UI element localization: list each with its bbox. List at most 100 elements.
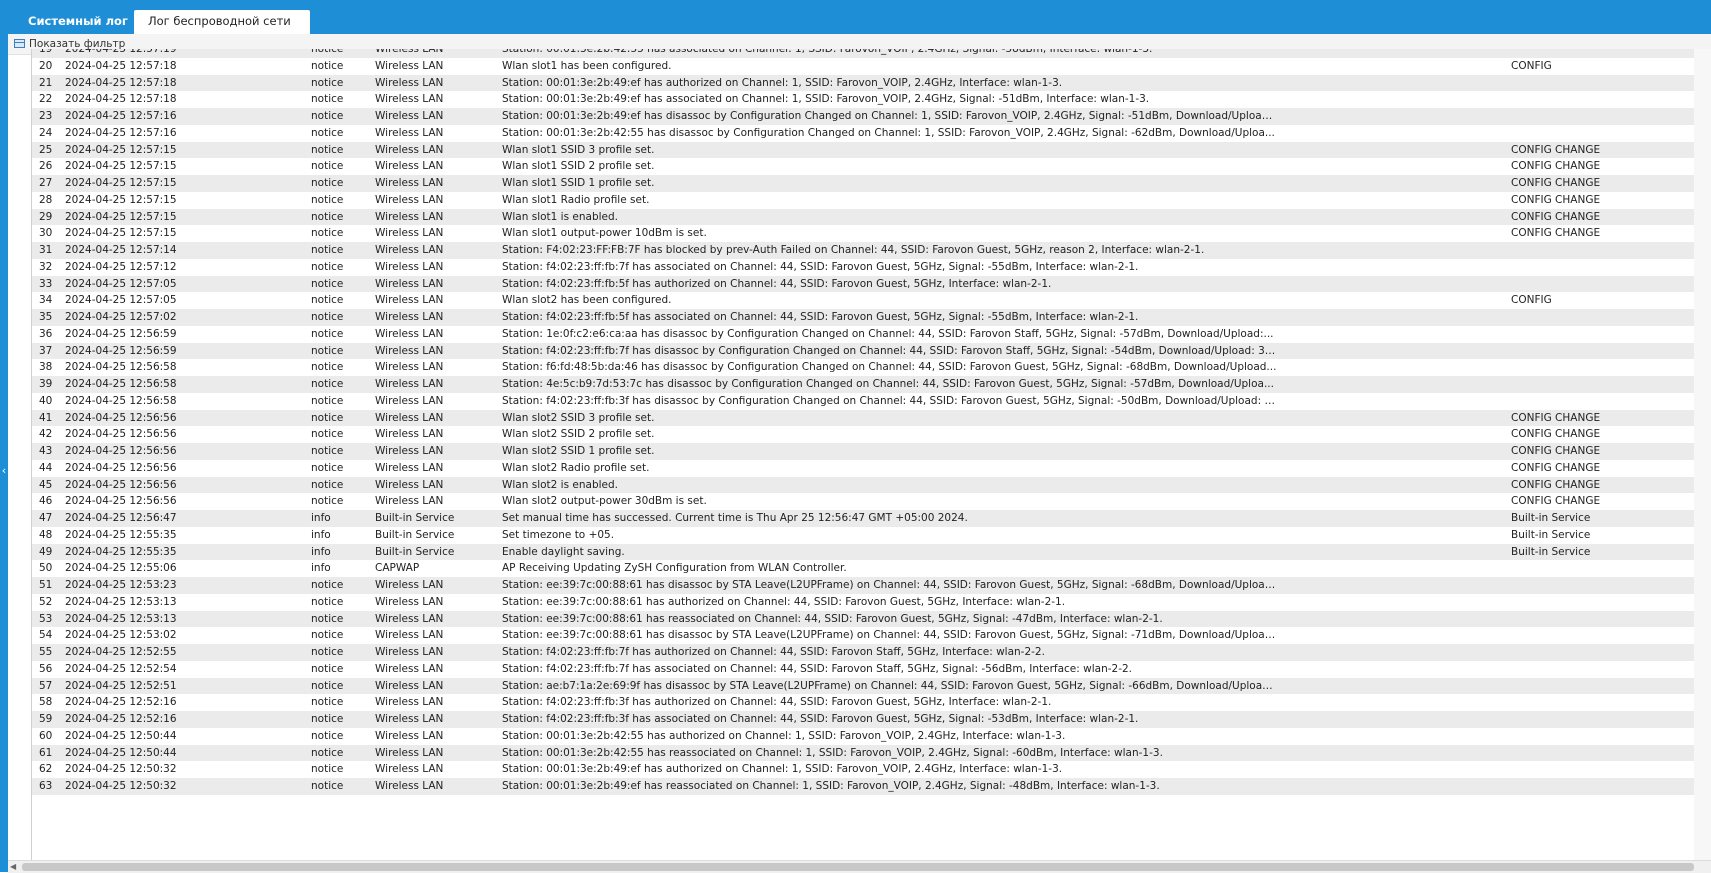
row-message: Station: 00:01:3e:2b:42:55 has disassoc … xyxy=(502,126,1275,139)
table-row[interactable]: 63 2024-04-25 12:50:32 notice Wireless LAN S… xyxy=(32,778,1695,795)
table-row[interactable]: 21 2024-04-25 12:57:18 notice Wireless LAN S… xyxy=(32,74,1695,92)
horizontal-scrollbar[interactable]: ◀ xyxy=(8,860,1711,873)
row-message: Wlan slot2 output-power 30dBm is set. xyxy=(502,495,707,508)
row-message: Wlan slot1 is enabled. xyxy=(502,210,618,223)
table-row[interactable]: 36 2024-04-25 12:56:59 notice Wireless LAN S… xyxy=(32,325,1695,343)
table-row[interactable]: 45 2024-04-25 12:56:56 notice Wireless LAN W… xyxy=(32,476,1695,494)
table-row[interactable]: 31 2024-04-25 12:57:14 notice Wireless LAN S… xyxy=(32,242,1695,259)
row-time: 2024-04-25 12:56:59 xyxy=(65,344,177,357)
table-row[interactable]: 39 2024-04-25 12:56:58 notice Wireless LAN S… xyxy=(32,376,1695,393)
row-note: CONFIG CHANGE xyxy=(1511,177,1601,189)
filter-table-icon[interactable] xyxy=(14,39,25,48)
tab-system-log[interactable]: Системный лог xyxy=(14,10,142,34)
table-row[interactable]: 43 2024-04-25 12:56:56 notice Wireless LAN W… xyxy=(32,443,1695,460)
row-category: Wireless LAN xyxy=(375,210,444,223)
row-message: Station: 4e:5c:b9:7d:53:7c has disassoc … xyxy=(502,378,1274,390)
table-row[interactable]: 28 2024-04-25 12:57:15 notice Wireless LAN W… xyxy=(32,191,1695,209)
row-number: 54 xyxy=(39,629,53,642)
table-row[interactable]: 48 2024-04-25 12:55:35 info Built-in Servic… xyxy=(32,526,1695,544)
table-row[interactable]: 42 2024-04-25 12:56:56 notice Wireless LAN W… xyxy=(32,426,1695,443)
row-time: 2024-04-25 12:53:02 xyxy=(65,629,177,642)
row-number: 24 xyxy=(39,126,53,139)
row-priority: notice xyxy=(311,193,344,206)
table-row[interactable]: 37 2024-04-25 12:56:59 notice Wireless LAN S… xyxy=(32,342,1695,360)
table-row[interactable]: 58 2024-04-25 12:52:16 notice Wireless LAN S… xyxy=(32,694,1695,711)
row-time: 2024-04-25 12:50:32 xyxy=(65,763,177,776)
table-row[interactable]: 60 2024-04-25 12:50:44 notice Wireless LAN S… xyxy=(32,727,1695,745)
table-row[interactable]: 23 2024-04-25 12:57:16 notice Wireless LAN S… xyxy=(32,108,1695,125)
row-priority: notice xyxy=(311,713,344,725)
row-message: Station: 1e:0f:c2:e6:ca:aa has disassoc … xyxy=(502,327,1274,340)
row-category: Wireless LAN xyxy=(375,595,444,608)
row-priority: notice xyxy=(311,110,344,122)
row-time: 2024-04-25 12:57:16 xyxy=(65,126,177,139)
row-priority: notice xyxy=(311,428,344,441)
row-category: Wireless LAN xyxy=(375,461,444,474)
table-row[interactable]: 53 2024-04-25 12:53:13 notice Wireless LAN S… xyxy=(32,610,1695,628)
row-priority: notice xyxy=(311,210,344,223)
row-message: Station: f4:02:23:ff:fb:3f has associate… xyxy=(502,713,1139,725)
table-row[interactable]: 50 2024-04-25 12:55:06 info CAPWAP AP Receiv… xyxy=(32,560,1695,577)
row-priority: notice xyxy=(311,595,344,608)
row-category: Wireless LAN xyxy=(375,59,444,72)
row-category: Wireless LAN xyxy=(375,478,444,491)
table-row[interactable]: 61 2024-04-25 12:50:44 notice Wireless LAN S… xyxy=(32,744,1695,762)
table-row[interactable]: 46 2024-04-25 12:56:56 notice Wireless LAN W… xyxy=(32,493,1695,510)
table-row[interactable]: 55 2024-04-25 12:52:55 notice Wireless LAN S… xyxy=(32,644,1695,661)
row-category: CAPWAP xyxy=(375,562,420,575)
tab-wireless-log[interactable]: Лог беспроводной сети xyxy=(134,10,310,34)
table-row[interactable]: 29 2024-04-25 12:57:15 notice Wireless LAN W… xyxy=(32,208,1695,226)
row-message: Station: f6:fd:48:5b:da:46 has disassoc … xyxy=(502,361,1277,374)
table-row[interactable]: 35 2024-04-25 12:57:02 notice Wireless LAN S… xyxy=(32,309,1695,326)
row-note: Built-in Service xyxy=(1511,528,1591,541)
row-number: 46 xyxy=(39,495,53,508)
table-row[interactable]: 32 2024-04-25 12:57:12 notice Wireless LAN S… xyxy=(32,258,1695,276)
row-category: Wireless LAN xyxy=(375,579,444,591)
table-row[interactable]: 44 2024-04-25 12:56:56 notice Wireless LAN W… xyxy=(32,459,1695,477)
table-row[interactable]: 25 2024-04-25 12:57:15 notice Wireless LAN W… xyxy=(32,141,1695,159)
row-message: Station: ee:39:7c:00:88:61 has disassoc … xyxy=(502,579,1277,591)
table-row[interactable]: 24 2024-04-25 12:57:16 notice Wireless LAN S… xyxy=(32,124,1695,142)
row-priority: notice xyxy=(311,76,344,89)
scroll-left-icon[interactable]: ◀ xyxy=(10,861,16,873)
table-row[interactable]: 40 2024-04-25 12:56:58 notice Wireless LAN S… xyxy=(32,392,1695,410)
table-row[interactable]: 41 2024-04-25 12:56:56 notice Wireless LAN W… xyxy=(32,409,1695,427)
row-priority: info xyxy=(311,545,331,558)
collapse-panel-strip[interactable]: ‹ xyxy=(0,34,8,872)
table-row[interactable]: 57 2024-04-25 12:52:51 notice Wireless LAN S… xyxy=(32,677,1695,695)
table-row[interactable]: 34 2024-04-25 12:57:05 notice Wireless LAN W… xyxy=(32,292,1695,309)
table-row[interactable]: 38 2024-04-25 12:56:58 notice Wireless LAN S… xyxy=(32,359,1695,376)
table-row[interactable]: 33 2024-04-25 12:57:05 notice Wireless LAN S… xyxy=(32,275,1695,293)
table-row[interactable]: 47 2024-04-25 12:56:47 info Built-in Servic… xyxy=(32,510,1695,527)
row-category: Wireless LAN xyxy=(375,679,444,692)
row-number: 59 xyxy=(39,713,53,725)
table-row[interactable]: 56 2024-04-25 12:52:54 notice Wireless LAN S… xyxy=(32,660,1695,678)
row-priority: notice xyxy=(311,461,344,474)
row-number: 37 xyxy=(39,344,53,357)
table-row[interactable]: 22 2024-04-25 12:57:18 notice Wireless LAN S… xyxy=(32,91,1695,108)
table-row[interactable]: 49 2024-04-25 12:55:35 info Built-in Servic… xyxy=(32,543,1695,561)
right-gutter xyxy=(1694,49,1711,860)
table-row[interactable]: 26 2024-04-25 12:57:15 notice Wireless LAN W… xyxy=(32,158,1695,175)
row-time: 2024-04-25 12:57:15 xyxy=(65,227,177,240)
chevron-left-icon[interactable]: ‹ xyxy=(0,454,8,488)
row-category: Wireless LAN xyxy=(375,696,444,709)
scrollbar-thumb[interactable] xyxy=(22,863,1694,871)
table-row[interactable]: 62 2024-04-25 12:50:32 notice Wireless LAN S… xyxy=(32,761,1695,778)
row-category: Wireless LAN xyxy=(375,177,444,189)
row-category: Wireless LAN xyxy=(375,227,444,240)
table-row[interactable]: 54 2024-04-25 12:53:02 notice Wireless LAN S… xyxy=(32,627,1695,644)
row-note: CONFIG CHANGE xyxy=(1511,461,1601,474)
table-row[interactable]: 52 2024-04-25 12:53:13 notice Wireless LAN S… xyxy=(32,593,1695,611)
row-number: 48 xyxy=(39,528,53,541)
table-row[interactable]: 51 2024-04-25 12:53:23 notice Wireless LAN S… xyxy=(32,577,1695,594)
row-number: 43 xyxy=(39,445,53,457)
row-time: 2024-04-25 12:56:56 xyxy=(65,461,177,474)
table-row[interactable]: 30 2024-04-25 12:57:15 notice Wireless LAN W… xyxy=(32,225,1695,242)
table-row[interactable]: 59 2024-04-25 12:52:16 notice Wireless LAN S… xyxy=(32,711,1695,728)
table-row[interactable]: 20 2024-04-25 12:57:18 notice Wireless LAN W… xyxy=(32,57,1695,75)
table-row[interactable]: 19 2024-04-25 12:57:19 notice Wireless LAN S… xyxy=(32,49,1695,58)
row-category: Wireless LAN xyxy=(375,160,444,173)
row-time: 2024-04-25 12:57:14 xyxy=(65,244,177,256)
table-row[interactable]: 27 2024-04-25 12:57:15 notice Wireless LAN W… xyxy=(32,175,1695,192)
